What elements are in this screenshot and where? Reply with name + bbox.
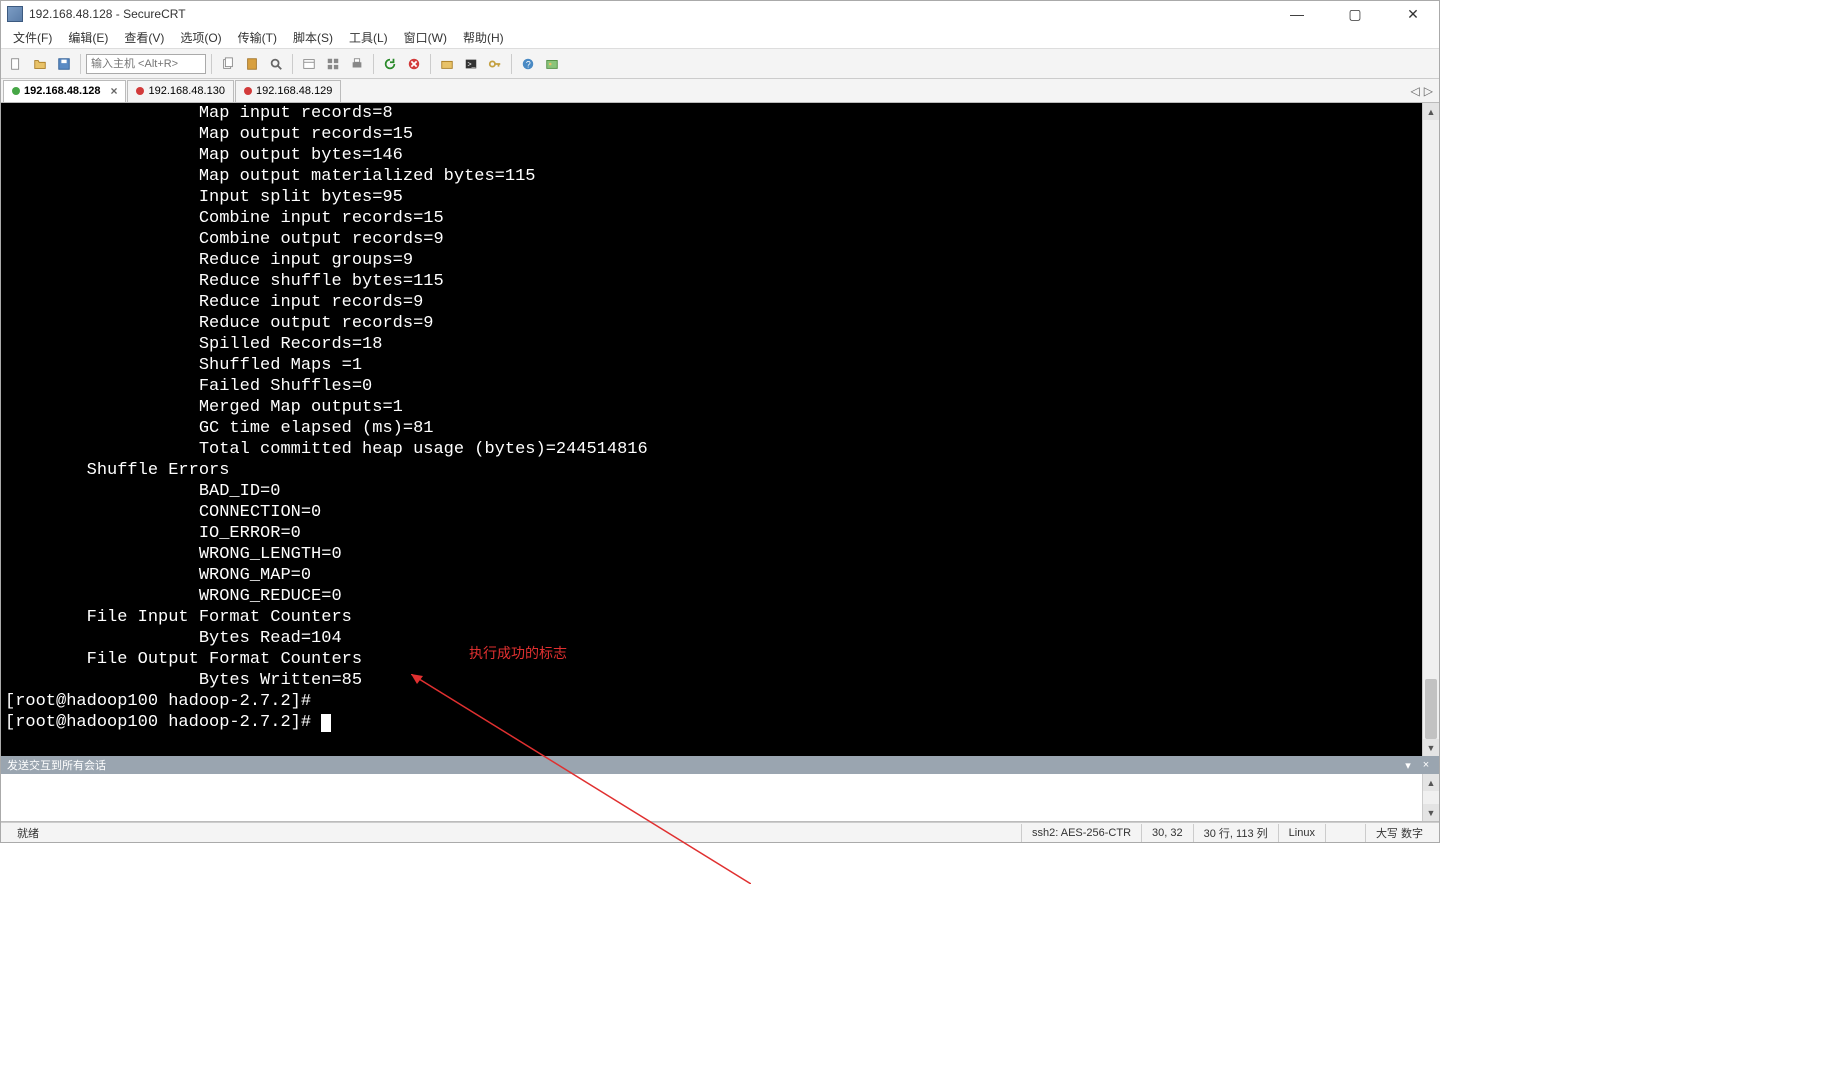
send-panel-scrollbar[interactable]: ▲ ▼ [1422,774,1439,821]
toolbar-find-icon[interactable] [265,53,287,75]
toolbar-help-icon[interactable]: ? [517,53,539,75]
send-input[interactable] [1,774,1422,821]
svg-text:?: ? [526,59,531,69]
toolbar-separator [211,54,212,74]
toolbar-sftp-icon[interactable] [436,53,458,75]
status-size: 30 行, 113 列 [1194,824,1279,842]
toolbar-print-icon[interactable] [346,53,368,75]
titlebar: 192.168.48.128 - SecureCRT — ▢ ✕ [1,1,1439,27]
menu-tools[interactable]: 工具(L) [341,27,396,48]
status-connection: ssh2: AES-256-CTR [1022,824,1142,842]
tab-label: 192.168.48.129 [256,85,332,97]
status-icon [244,87,252,95]
status-ready: 就绪 [7,824,1022,842]
terminal-scrollbar[interactable]: ▲ ▼ [1422,103,1439,756]
tab-label: 192.168.48.130 [148,85,224,97]
scroll-thumb[interactable] [1425,679,1437,739]
send-panel: ▲ ▼ [1,774,1439,822]
scroll-up-icon[interactable]: ▲ [1423,103,1439,120]
toolbar-separator [511,54,512,74]
status-icon [136,87,144,95]
toolbar-properties-icon[interactable] [298,53,320,75]
menu-view[interactable]: 查看(V) [116,27,172,48]
status-caps: 大写 数字 [1366,824,1433,842]
menu-edit[interactable]: 编辑(E) [60,27,116,48]
toolbar-save-icon[interactable] [53,53,75,75]
send-panel-header: 发送交互到所有会话 ▾ × [1,756,1439,774]
toolbar-separator [373,54,374,74]
tab-nav: ◁ ▷ [1411,84,1439,98]
scroll-up-icon[interactable]: ▲ [1423,774,1439,791]
menubar: 文件(F) 编辑(E) 查看(V) 选项(O) 传输(T) 脚本(S) 工具(L… [1,27,1439,49]
toolbar-screenshot-icon[interactable] [541,53,563,75]
session-tab-1[interactable]: 192.168.48.128 × [3,80,126,102]
status-icon [12,87,20,95]
scroll-down-icon[interactable]: ▼ [1423,804,1439,821]
session-tab-3[interactable]: 192.168.48.129 [235,80,341,102]
menu-help[interactable]: 帮助(H) [455,27,512,48]
tab-next-icon[interactable]: ▷ [1424,84,1433,98]
toolbar-copy-icon[interactable] [217,53,239,75]
statusbar: 就绪 ssh2: AES-256-CTR 30, 32 30 行, 113 列 … [1,822,1439,842]
tab-prev-icon[interactable]: ◁ [1411,84,1420,98]
app-icon [7,6,23,22]
status-term-type: Linux [1279,824,1326,842]
tab-label: 192.168.48.128 [24,85,100,97]
toolbar-key-icon[interactable] [484,53,506,75]
toolbar-cmd-icon[interactable]: >_ [460,53,482,75]
menu-window[interactable]: 窗口(W) [396,27,455,48]
toolbar-disconnect-icon[interactable] [403,53,425,75]
toolbar-separator [80,54,81,74]
toolbar-new-icon[interactable] [5,53,27,75]
toolbar-paste-icon[interactable] [241,53,263,75]
terminal-area: Map input records=8 Map output records=1… [1,103,1439,756]
tab-close-icon[interactable]: × [110,84,117,98]
menu-script[interactable]: 脚本(S) [285,27,341,48]
menu-transfer[interactable]: 传输(T) [230,27,285,48]
menu-file[interactable]: 文件(F) [5,27,60,48]
toolbar-sessions-icon[interactable] [322,53,344,75]
app-window: 192.168.48.128 - SecureCRT — ▢ ✕ 文件(F) 编… [0,0,1440,843]
toolbar-separator [430,54,431,74]
session-tab-2[interactable]: 192.168.48.130 [127,80,233,102]
send-panel-close-icon[interactable]: × [1419,758,1433,772]
scroll-down-icon[interactable]: ▼ [1423,739,1439,756]
svg-text:>_: >_ [468,61,476,68]
window-maximize-button[interactable]: ▢ [1335,1,1375,27]
toolbar-separator [292,54,293,74]
window-minimize-button[interactable]: — [1277,1,1317,27]
toolbar-reconnect-icon[interactable] [379,53,401,75]
send-panel-pin-icon[interactable]: ▾ [1401,758,1415,772]
send-panel-title: 发送交互到所有会话 [7,757,106,773]
status-cursor-pos: 30, 32 [1142,824,1194,842]
host-input[interactable] [86,54,206,74]
session-tabs: 192.168.48.128 × 192.168.48.130 192.168.… [1,79,1439,103]
scroll-track[interactable] [1423,120,1439,739]
toolbar: >_ ? [1,49,1439,79]
toolbar-open-icon[interactable] [29,53,51,75]
window-title: 192.168.48.128 - SecureCRT [29,7,1277,21]
window-close-button[interactable]: ✕ [1393,1,1433,27]
terminal[interactable]: Map input records=8 Map output records=1… [1,103,1422,756]
menu-options[interactable]: 选项(O) [172,27,229,48]
